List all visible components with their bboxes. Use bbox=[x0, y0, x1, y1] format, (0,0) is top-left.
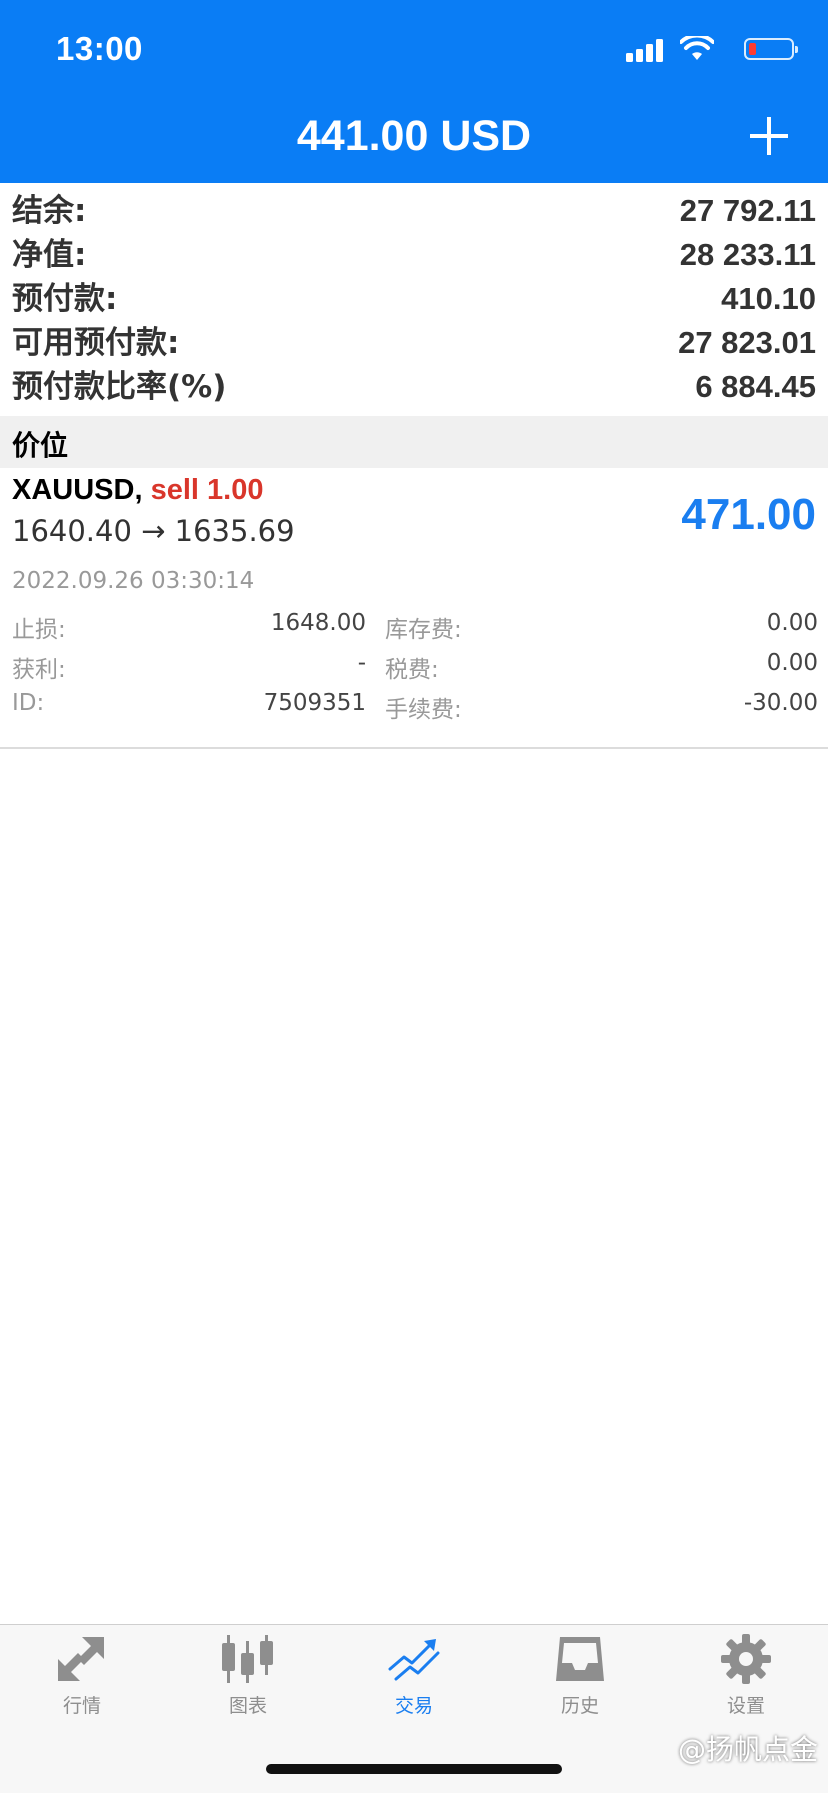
commission-value: -30.00 bbox=[743, 690, 818, 716]
summary-label: 结余: bbox=[12, 193, 87, 229]
account-summary: 结余: 27 792.11 净值: 28 233.11 预付款: 410.10 … bbox=[0, 189, 828, 409]
summary-value: 28 233.11 bbox=[679, 237, 816, 272]
quotes-arrows-icon bbox=[58, 1637, 104, 1681]
tab-label: 行情 bbox=[62, 1695, 101, 1717]
take-profit-value: - bbox=[357, 650, 366, 676]
summary-value: 27 823.01 bbox=[678, 325, 816, 360]
position-symbol: XAUUSD, bbox=[12, 474, 143, 506]
divider bbox=[0, 747, 828, 749]
section-title: 价位 bbox=[12, 429, 69, 462]
summary-label: 净值: bbox=[12, 237, 87, 273]
position-row[interactable]: XAUUSD, sell 1.00 1640.40 → 1635.69 471.… bbox=[0, 468, 828, 748]
tab-history[interactable]: 历史 bbox=[530, 1633, 630, 1718]
summary-row-balance: 结余: 27 792.11 bbox=[0, 189, 828, 233]
commission-label: 手续费: bbox=[385, 697, 462, 723]
page-title: 441.00 USD bbox=[296, 112, 532, 160]
summary-label: 预付款: bbox=[12, 281, 118, 317]
detail-row: 止损: 1648.00 库存费: 0.00 bbox=[0, 610, 828, 650]
tab-label: 历史 bbox=[560, 1695, 599, 1717]
summary-label: 预付款比率(%) bbox=[12, 369, 227, 405]
battery-icon bbox=[744, 38, 798, 60]
tab-trade[interactable]: 交易 bbox=[364, 1633, 464, 1718]
detail-row: 获利: - 税费: 0.00 bbox=[0, 650, 828, 690]
trade-trend-icon bbox=[388, 1639, 440, 1681]
taxes-label: 税费: bbox=[385, 657, 439, 683]
detail-row: ID: 7509351 手续费: -30.00 bbox=[0, 690, 828, 730]
position-profit: 471.00 bbox=[681, 490, 816, 539]
summary-value: 6 884.45 bbox=[695, 369, 816, 404]
watermark: @扬帆点金 bbox=[677, 1733, 818, 1766]
position-open-time: 2022.09.26 03:30:14 bbox=[12, 568, 255, 594]
position-side: sell 1.00 bbox=[150, 474, 264, 506]
summary-value: 27 792.11 bbox=[679, 193, 816, 228]
swap-label: 库存费: bbox=[385, 617, 462, 643]
tab-settings[interactable]: 设置 bbox=[696, 1633, 796, 1718]
stop-loss-value: 1648.00 bbox=[270, 610, 366, 636]
summary-row-margin-level: 预付款比率(%) 6 884.45 bbox=[0, 365, 828, 409]
summary-value: 410.10 bbox=[721, 281, 816, 316]
positions-section-header: 价位 bbox=[0, 416, 828, 468]
candlestick-chart-icon bbox=[222, 1635, 273, 1683]
status-time: 13:00 bbox=[56, 30, 143, 67]
top-header: 13:00 441.00 USD bbox=[0, 0, 828, 183]
taxes-value: 0.00 bbox=[766, 650, 818, 676]
swap-value: 0.00 bbox=[766, 610, 818, 636]
tab-label: 设置 bbox=[726, 1695, 765, 1717]
stop-loss-label: 止损: bbox=[12, 617, 66, 643]
cellular-signal-icon bbox=[626, 38, 666, 62]
summary-row-margin: 预付款: 410.10 bbox=[0, 277, 828, 321]
tab-label: 图表 bbox=[228, 1695, 267, 1717]
take-profit-label: 获利: bbox=[12, 657, 66, 683]
summary-row-free-margin: 可用预付款: 27 823.01 bbox=[0, 321, 828, 365]
tab-label: 交易 bbox=[394, 1695, 433, 1717]
tab-quotes[interactable]: 行情 bbox=[32, 1633, 132, 1718]
history-inbox-icon bbox=[556, 1637, 604, 1681]
position-prices: 1640.40 → 1635.69 bbox=[12, 514, 295, 548]
position-symbol-line: XAUUSD, sell 1.00 bbox=[12, 474, 263, 507]
summary-label: 可用预付款: bbox=[12, 325, 180, 361]
summary-row-equity: 净值: 28 233.11 bbox=[0, 233, 828, 277]
gear-icon bbox=[721, 1634, 771, 1684]
id-value: 7509351 bbox=[263, 690, 366, 716]
add-button[interactable] bbox=[750, 117, 788, 155]
tab-charts[interactable]: 图表 bbox=[198, 1633, 298, 1718]
id-label: ID: bbox=[12, 690, 45, 716]
position-details: 止损: 1648.00 库存费: 0.00 获利: - 税费: 0.00 ID:… bbox=[0, 610, 828, 730]
home-indicator[interactable] bbox=[266, 1764, 562, 1774]
wifi-icon bbox=[680, 36, 714, 60]
